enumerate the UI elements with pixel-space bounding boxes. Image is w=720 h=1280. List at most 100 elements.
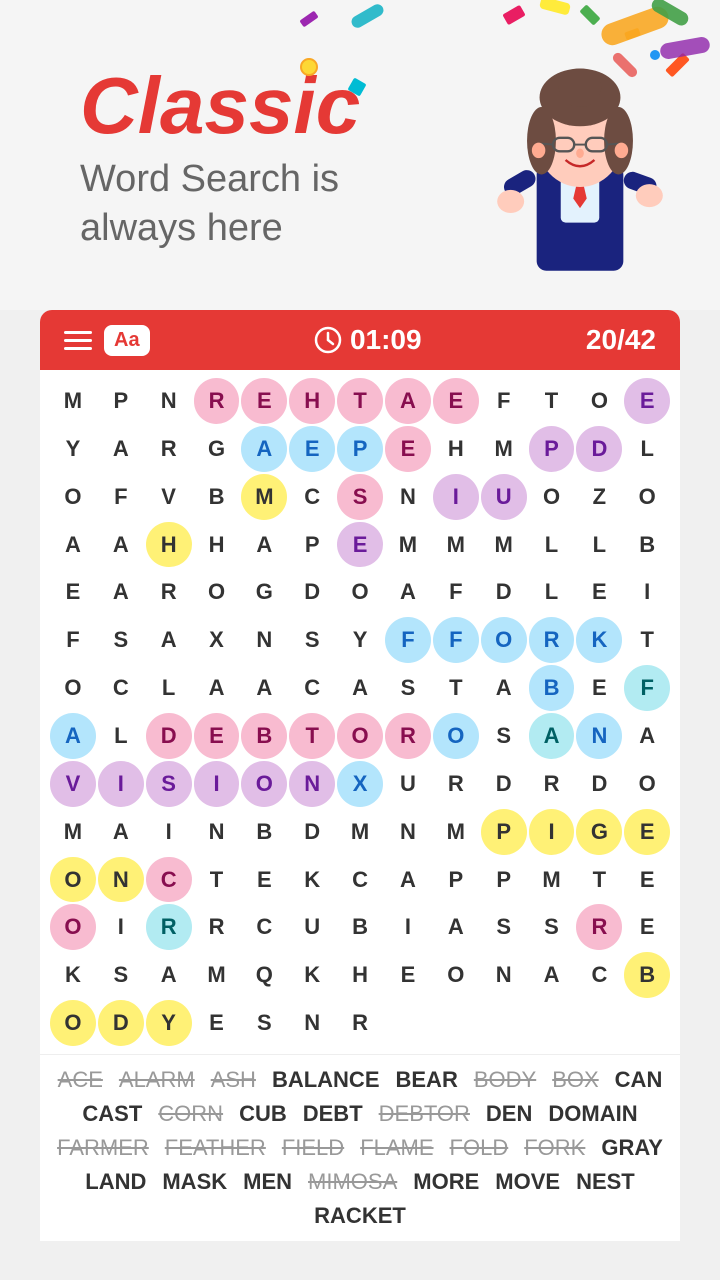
grid-cell[interactable]: O bbox=[50, 474, 96, 520]
grid-cell[interactable]: H bbox=[194, 522, 240, 568]
grid-cell[interactable]: U bbox=[481, 474, 527, 520]
grid-cell[interactable]: C bbox=[289, 665, 335, 711]
grid-cell[interactable]: E bbox=[385, 426, 431, 472]
grid-cell[interactable]: B bbox=[624, 952, 670, 998]
grid-cell[interactable]: E bbox=[576, 569, 622, 615]
grid-cell[interactable]: O bbox=[576, 378, 622, 424]
grid-cell[interactable]: M bbox=[433, 522, 479, 568]
grid-cell[interactable]: A bbox=[241, 522, 287, 568]
grid-cell[interactable]: Y bbox=[50, 426, 96, 472]
grid-cell[interactable]: F bbox=[481, 378, 527, 424]
grid-cell[interactable]: A bbox=[433, 904, 479, 950]
grid-cell[interactable]: S bbox=[289, 617, 335, 663]
grid-cell[interactable]: T bbox=[433, 665, 479, 711]
grid-cell[interactable]: L bbox=[529, 569, 575, 615]
grid-cell[interactable]: A bbox=[385, 857, 431, 903]
grid-cell[interactable]: A bbox=[385, 378, 431, 424]
grid-cell[interactable]: O bbox=[241, 761, 287, 807]
grid-cell[interactable]: D bbox=[481, 569, 527, 615]
grid-cell[interactable]: K bbox=[289, 857, 335, 903]
grid-cell[interactable]: D bbox=[289, 569, 335, 615]
grid-cell[interactable]: S bbox=[529, 904, 575, 950]
grid-cell[interactable]: O bbox=[624, 474, 670, 520]
grid-cell[interactable]: A bbox=[241, 426, 287, 472]
grid-cell[interactable]: P bbox=[289, 522, 335, 568]
grid-cell[interactable]: O bbox=[50, 904, 96, 950]
grid-cell[interactable]: O bbox=[50, 665, 96, 711]
grid-cell[interactable]: E bbox=[624, 904, 670, 950]
grid-cell[interactable]: O bbox=[50, 1000, 96, 1046]
grid-cell[interactable]: B bbox=[241, 713, 287, 759]
grid-cell[interactable]: Q bbox=[241, 952, 287, 998]
grid-cell[interactable]: A bbox=[481, 665, 527, 711]
grid-cell[interactable]: I bbox=[624, 569, 670, 615]
grid-cell[interactable]: O bbox=[337, 569, 383, 615]
grid-cell[interactable]: X bbox=[337, 761, 383, 807]
grid-cell[interactable]: S bbox=[337, 474, 383, 520]
grid-cell[interactable]: N bbox=[481, 952, 527, 998]
grid-cell[interactable]: M bbox=[481, 426, 527, 472]
grid-cell[interactable]: R bbox=[337, 1000, 383, 1046]
grid-cell[interactable]: M bbox=[433, 809, 479, 855]
grid-cell[interactable]: F bbox=[433, 569, 479, 615]
grid-cell[interactable]: B bbox=[529, 665, 575, 711]
grid-cell[interactable]: O bbox=[50, 857, 96, 903]
grid-cell[interactable]: A bbox=[98, 522, 144, 568]
grid-cell[interactable]: U bbox=[385, 761, 431, 807]
grid-cell[interactable]: F bbox=[50, 617, 96, 663]
grid-cell[interactable]: C bbox=[337, 857, 383, 903]
grid-cell[interactable]: N bbox=[289, 1000, 335, 1046]
grid-cell[interactable]: T bbox=[576, 857, 622, 903]
grid-cell[interactable]: S bbox=[385, 665, 431, 711]
grid-cell[interactable]: L bbox=[98, 713, 144, 759]
grid-cell[interactable]: E bbox=[194, 713, 240, 759]
grid-cell[interactable]: A bbox=[624, 713, 670, 759]
font-button[interactable]: Aa bbox=[104, 325, 150, 356]
grid-cell[interactable]: G bbox=[241, 569, 287, 615]
grid-cell[interactable]: E bbox=[624, 857, 670, 903]
grid-cell[interactable]: R bbox=[529, 617, 575, 663]
grid-cell[interactable]: V bbox=[50, 761, 96, 807]
grid-cell[interactable]: S bbox=[241, 1000, 287, 1046]
grid-cell[interactable]: O bbox=[337, 713, 383, 759]
grid-cell[interactable]: G bbox=[576, 809, 622, 855]
grid-cell[interactable]: M bbox=[241, 474, 287, 520]
grid-cell[interactable]: B bbox=[624, 522, 670, 568]
grid-cell[interactable]: S bbox=[481, 713, 527, 759]
grid-cell[interactable]: N bbox=[98, 857, 144, 903]
grid-cell[interactable]: N bbox=[194, 809, 240, 855]
grid-cell[interactable]: O bbox=[481, 617, 527, 663]
grid-cell[interactable]: A bbox=[98, 809, 144, 855]
grid-cell[interactable]: C bbox=[289, 474, 335, 520]
grid-cell[interactable]: H bbox=[337, 952, 383, 998]
grid-cell[interactable]: M bbox=[50, 378, 96, 424]
grid-cell[interactable]: M bbox=[529, 857, 575, 903]
grid-cell[interactable]: E bbox=[385, 952, 431, 998]
grid-cell[interactable]: T bbox=[624, 617, 670, 663]
grid-cell[interactable]: L bbox=[146, 665, 192, 711]
grid-cell[interactable]: P bbox=[337, 426, 383, 472]
grid-cell[interactable]: O bbox=[529, 474, 575, 520]
grid-cell[interactable]: E bbox=[194, 1000, 240, 1046]
grid-cell[interactable]: R bbox=[146, 426, 192, 472]
grid-cell[interactable]: Y bbox=[337, 617, 383, 663]
grid-cell[interactable]: E bbox=[337, 522, 383, 568]
grid-cell[interactable]: D bbox=[576, 761, 622, 807]
grid-cell[interactable]: K bbox=[576, 617, 622, 663]
grid-cell[interactable]: F bbox=[624, 665, 670, 711]
grid-cell[interactable]: N bbox=[289, 761, 335, 807]
grid-cell[interactable]: G bbox=[194, 426, 240, 472]
grid-cell[interactable]: A bbox=[50, 522, 96, 568]
grid-cell[interactable]: A bbox=[337, 665, 383, 711]
grid-cell[interactable]: Y bbox=[146, 1000, 192, 1046]
grid-cell[interactable]: F bbox=[98, 474, 144, 520]
grid-cell[interactable]: I bbox=[98, 761, 144, 807]
grid-cell[interactable]: A bbox=[146, 952, 192, 998]
grid-cell[interactable]: E bbox=[289, 426, 335, 472]
grid-cell[interactable]: O bbox=[433, 713, 479, 759]
grid-cell[interactable]: V bbox=[146, 474, 192, 520]
grid-cell[interactable]: D bbox=[576, 426, 622, 472]
grid-cell[interactable]: B bbox=[194, 474, 240, 520]
grid-cell[interactable]: S bbox=[98, 617, 144, 663]
grid-cell[interactable]: H bbox=[289, 378, 335, 424]
